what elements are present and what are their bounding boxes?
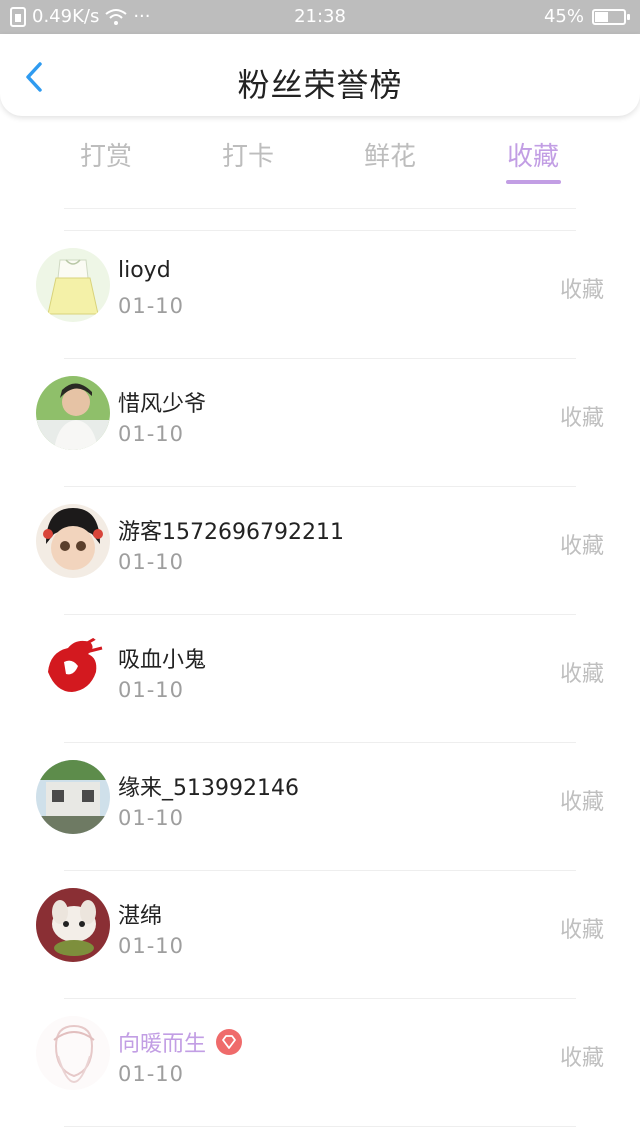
divider bbox=[64, 208, 576, 209]
favorite-label: 收藏 bbox=[559, 1046, 604, 1071]
list-item[interactable]: 惜风少爷 01-10 收藏 bbox=[0, 358, 640, 486]
fan-name-text: 吸血小鬼 bbox=[118, 648, 207, 673]
row-divider bbox=[64, 870, 576, 871]
fan-name: 惜风少爷 bbox=[118, 386, 206, 418]
fan-date: 01-10 bbox=[118, 1062, 185, 1086]
tab-flowers[interactable]: 鲜花 bbox=[320, 136, 460, 173]
tab-checkin[interactable]: 打卡 bbox=[178, 136, 318, 173]
fan-name-text: 缘来_513992146 bbox=[118, 776, 299, 801]
fan-date: 01-10 bbox=[118, 806, 185, 830]
tab-favorites[interactable]: 收藏 bbox=[463, 136, 603, 173]
row-divider bbox=[64, 1126, 576, 1127]
fan-name: 缘来_513992146 bbox=[118, 770, 299, 802]
favorite-label: 收藏 bbox=[559, 918, 604, 943]
list-item[interactable]: 向暖而生 01-10 收藏 bbox=[0, 998, 640, 1126]
avatar[interactable] bbox=[36, 760, 110, 834]
list-item[interactable]: 游客1572696792211 01-10 收藏 bbox=[0, 486, 640, 614]
list-end bbox=[0, 1126, 640, 1138]
status-bar: 0.49K/s ··· 21:38 45% bbox=[0, 0, 640, 34]
avatar[interactable] bbox=[36, 504, 110, 578]
fan-name: lioyd bbox=[118, 258, 171, 283]
row-divider bbox=[64, 486, 576, 487]
fan-name-text: 湛绵 bbox=[118, 904, 163, 929]
battery-icon bbox=[592, 8, 630, 25]
avatar[interactable] bbox=[36, 1016, 110, 1090]
fan-name-text: 惜风少爷 bbox=[118, 392, 207, 417]
fan-date: 01-10 bbox=[118, 550, 185, 574]
nav-bar: 粉丝荣誉榜 bbox=[0, 34, 640, 116]
list-item[interactable]: 缘来_513992146 01-10 收藏 bbox=[0, 742, 640, 870]
row-divider bbox=[64, 614, 576, 615]
tab-reward[interactable]: 打赏 bbox=[36, 136, 176, 173]
fan-name: 湛绵 bbox=[118, 898, 162, 930]
row-divider bbox=[64, 358, 576, 359]
favorite-label: 收藏 bbox=[559, 790, 604, 815]
favorite-label: 收藏 bbox=[559, 278, 604, 303]
avatar[interactable] bbox=[36, 248, 110, 322]
row-divider bbox=[64, 742, 576, 743]
fan-name-text: 向暖而生 bbox=[118, 1032, 207, 1057]
avatar[interactable] bbox=[36, 632, 110, 706]
fan-date: 01-10 bbox=[118, 934, 185, 958]
fan-name-text: 游客1572696792211 bbox=[118, 520, 344, 545]
avatar[interactable] bbox=[36, 888, 110, 962]
avatar[interactable] bbox=[36, 376, 110, 450]
tab-bar: 打赏 打卡 鲜花 收藏 bbox=[0, 130, 640, 190]
row-divider bbox=[64, 998, 576, 999]
fan-date: 01-10 bbox=[118, 678, 185, 702]
fan-name: 向暖而生 bbox=[118, 1026, 243, 1058]
fan-name: 吸血小鬼 bbox=[118, 642, 206, 674]
active-tab-indicator bbox=[506, 180, 561, 184]
favorite-label: 收藏 bbox=[559, 534, 604, 559]
vip-diamond-icon bbox=[216, 1029, 243, 1055]
fan-date: 01-10 bbox=[118, 422, 185, 446]
fan-date: 01-10 bbox=[118, 294, 185, 318]
page-title: 粉丝荣誉榜 bbox=[237, 66, 403, 104]
favorite-label: 收藏 bbox=[559, 406, 604, 431]
favorite-label: 收藏 bbox=[559, 662, 604, 687]
list-item[interactable]: lioyd 01-10 收藏 bbox=[0, 230, 640, 358]
status-right: 45% bbox=[543, 6, 630, 27]
row-divider bbox=[64, 230, 576, 231]
fan-name: 游客1572696792211 bbox=[118, 514, 344, 546]
list-item[interactable]: 湛绵 01-10 收藏 bbox=[0, 870, 640, 998]
battery-percent: 45% bbox=[543, 6, 584, 27]
fan-name-text: lioyd bbox=[118, 258, 171, 283]
list-item[interactable]: 吸血小鬼 01-10 收藏 bbox=[0, 614, 640, 742]
